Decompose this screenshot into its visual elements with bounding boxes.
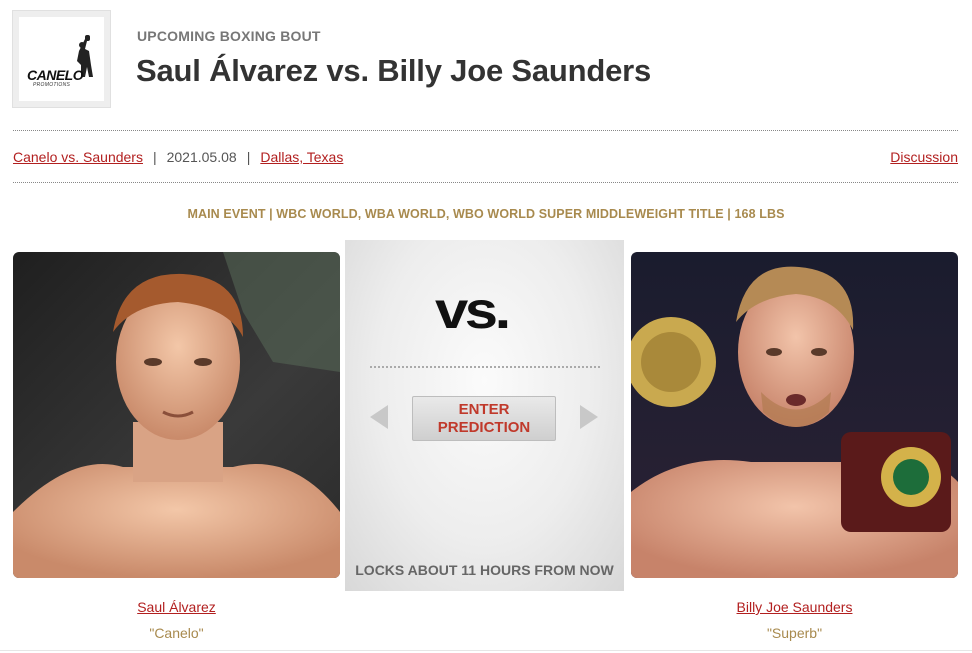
promoter-logo[interactable]: CANELO PROMOTIONS bbox=[12, 10, 111, 108]
fighter-name-left[interactable]: Saul Álvarez bbox=[13, 599, 340, 615]
predict-label-line2: PREDICTION bbox=[437, 419, 531, 436]
versus-divider bbox=[370, 366, 600, 368]
meta-row: Canelo vs. Saunders | 2021.05.08 | Dallas, T… bbox=[13, 149, 958, 167]
chevron-left-icon[interactable] bbox=[370, 405, 388, 429]
event-date: 2021.05.08 bbox=[166, 149, 237, 165]
logo-inner: CANELO PROMOTIONS bbox=[19, 17, 104, 101]
fighter-photo-left[interactable] bbox=[13, 252, 340, 578]
event-link[interactable]: Canelo vs. Saunders bbox=[13, 149, 143, 165]
divider-bottom bbox=[13, 182, 958, 183]
page-title: Saul Álvarez vs. Billy Joe Saunders bbox=[136, 53, 652, 88]
page-kicker: UPCOMING BOXING BOUT bbox=[137, 28, 321, 44]
boxer-silhouette-icon bbox=[77, 35, 93, 77]
separator: | bbox=[152, 149, 157, 165]
bottom-divider bbox=[0, 650, 972, 651]
logo-subtext: PROMOTIONS bbox=[33, 82, 71, 88]
enter-prediction-button[interactable]: ENTER PREDICTION bbox=[412, 396, 556, 441]
fighter-name-right[interactable]: Billy Joe Saunders bbox=[631, 599, 958, 615]
lock-countdown: LOCKS ABOUT 11 HOURS FROM NOW bbox=[355, 562, 614, 578]
event-info: MAIN EVENT | WBC WORLD, WBA WORLD, WBO W… bbox=[187, 207, 785, 221]
vs-label: vs. bbox=[435, 282, 511, 340]
logo-wordmark: CANELO bbox=[27, 67, 84, 83]
predict-label-line1: ENTER bbox=[458, 401, 510, 418]
chevron-right-icon[interactable] bbox=[580, 405, 598, 429]
location-link[interactable]: Dallas, Texas bbox=[260, 149, 343, 165]
divider-top bbox=[13, 130, 958, 131]
fighter-nickname-right: "Superb" bbox=[766, 625, 823, 641]
discussion-link[interactable]: Discussion bbox=[890, 149, 958, 165]
fighter-nickname-left: "Canelo" bbox=[149, 625, 204, 641]
fighter-photo-right[interactable] bbox=[631, 252, 958, 578]
separator: | bbox=[246, 149, 251, 165]
